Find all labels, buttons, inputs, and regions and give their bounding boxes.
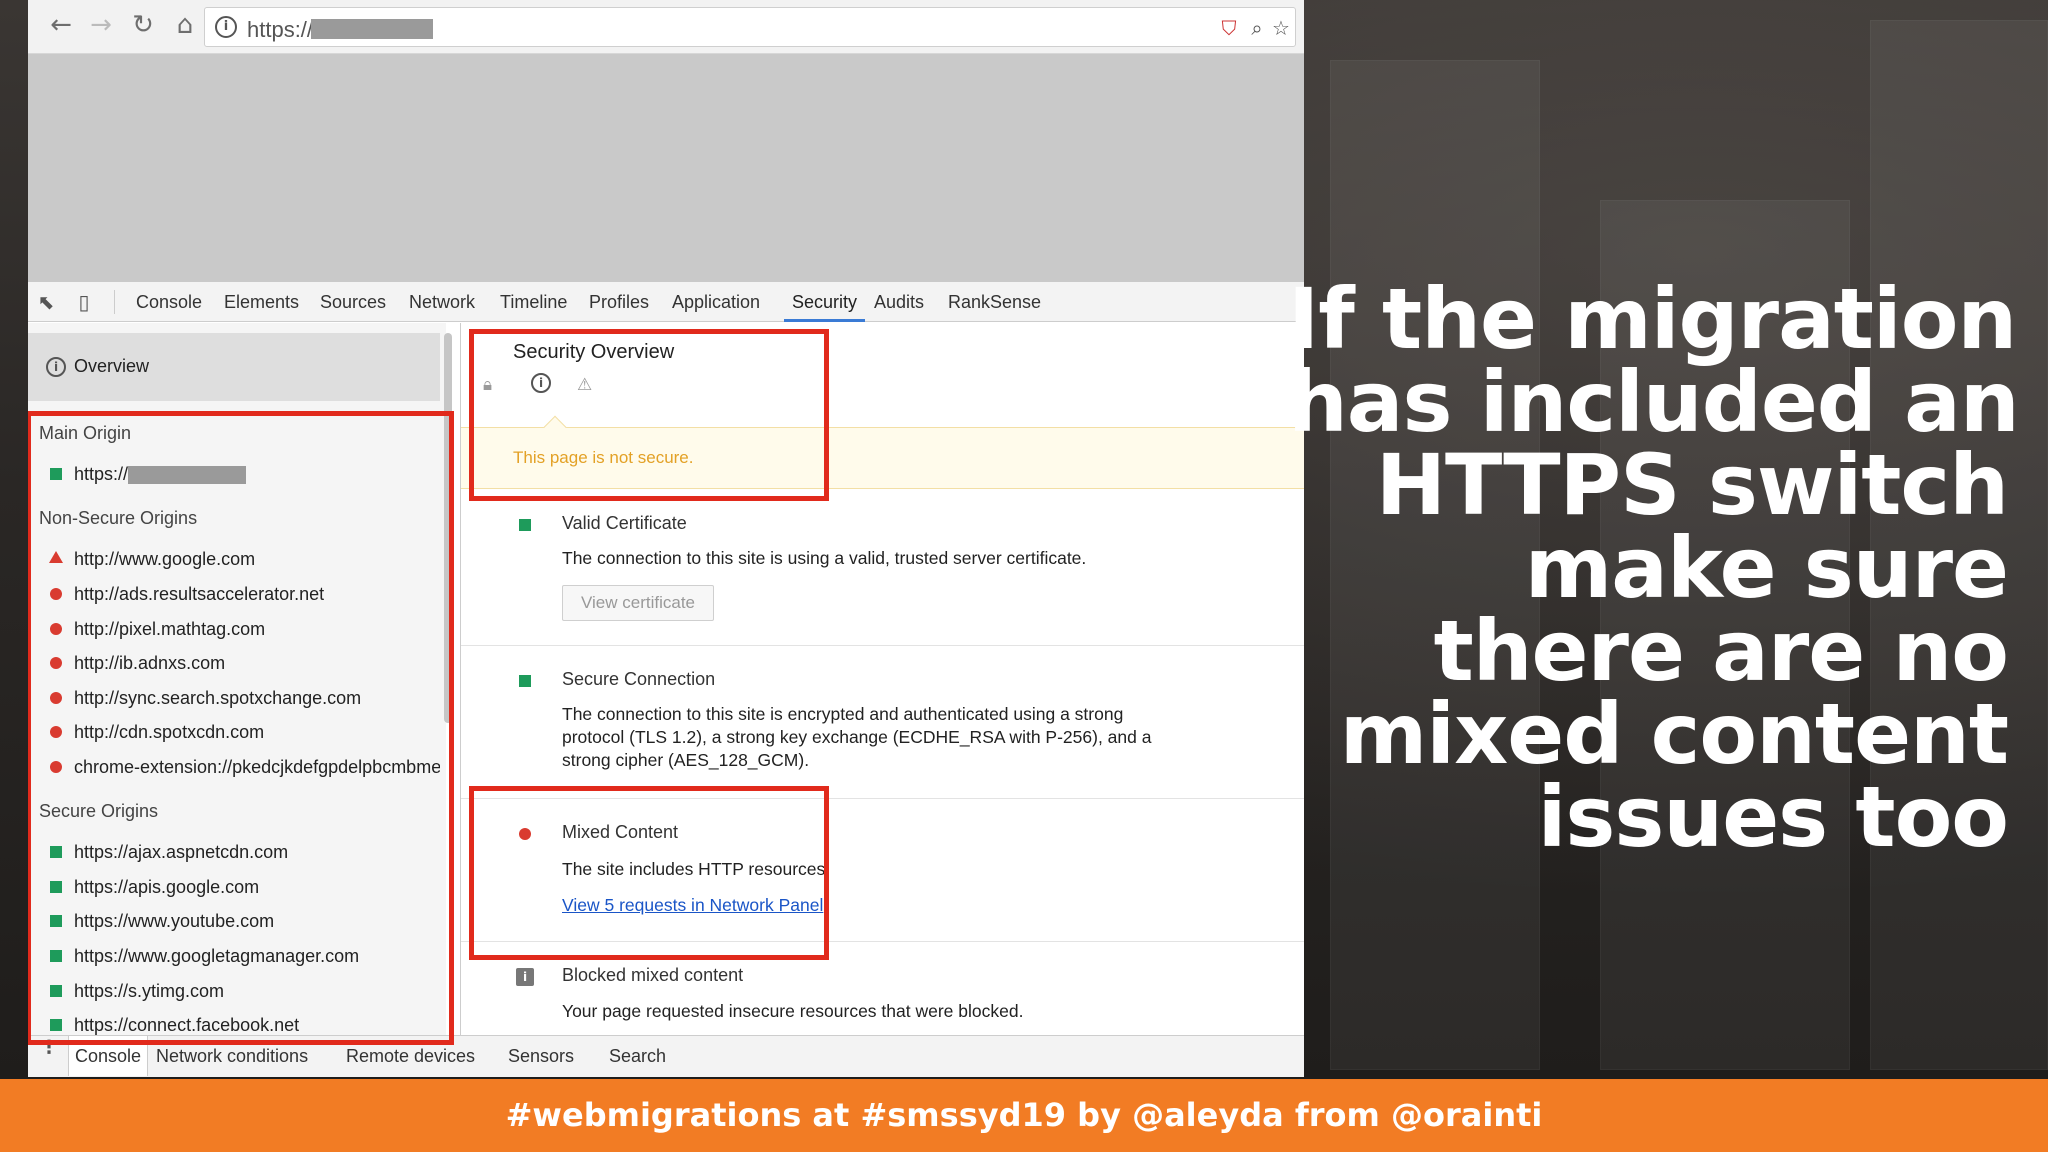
- tab-ranksense[interactable]: RankSense: [948, 282, 1041, 322]
- valid-certificate-title: Valid Certificate: [562, 513, 687, 533]
- sidebar-item-label: Overview: [74, 356, 150, 376]
- headline-line: make sure: [1524, 519, 2009, 617]
- home-icon[interactable]: ⌂: [170, 10, 200, 40]
- highlight-origins-box: [28, 411, 454, 1045]
- info-icon: i: [46, 357, 66, 377]
- star-icon[interactable]: ☆: [1269, 16, 1293, 40]
- address-bar[interactable]: i https:// ⛉ ⌕ ☆: [204, 7, 1296, 47]
- tab-timeline[interactable]: Timeline: [500, 282, 567, 322]
- section-divider: [461, 645, 1304, 646]
- valid-certificate-desc: The connection to this site is using a v…: [562, 548, 1087, 568]
- tab-console[interactable]: Console: [136, 282, 202, 322]
- slide-headline: If the migration has included an HTTPS s…: [1288, 270, 2020, 866]
- device-toolbar-icon[interactable]: ▯: [72, 290, 96, 314]
- info-badge-icon: i: [516, 968, 534, 986]
- highlight-mixed-content-box: [469, 786, 829, 960]
- zoom-icon[interactable]: ⌕: [1245, 16, 1269, 40]
- drawer-menu-icon[interactable]: ⋮: [40, 1039, 58, 1068]
- tab-profiles[interactable]: Profiles: [589, 282, 649, 322]
- devtools-tabbar: ⬉ ▯ Console Elements Sources Network Tim…: [28, 282, 1304, 322]
- browser-window: ← → ↻ ⌂ i https:// ⛉ ⌕ ☆ ⬉ ▯ Console Ele…: [28, 0, 1304, 1077]
- view-certificate-button[interactable]: View certificate: [562, 585, 714, 621]
- headline-line: has included an: [1288, 353, 2020, 451]
- page-viewport: [28, 54, 1304, 282]
- secure-status-icon: [519, 519, 531, 531]
- tab-application[interactable]: Application: [672, 282, 760, 322]
- tab-audits[interactable]: Audits: [874, 282, 924, 322]
- secure-status-icon: [519, 675, 531, 687]
- headline-line: mixed content: [1339, 685, 2009, 783]
- drawer-tab-search[interactable]: Search: [609, 1036, 666, 1076]
- headline-line: HTTPS switch: [1375, 436, 2009, 534]
- footer-banner: #webmigrations at #smssyd19 by @aleyda f…: [0, 1079, 2048, 1152]
- tab-sources[interactable]: Sources: [320, 282, 386, 322]
- drawer-tab-sensors[interactable]: Sensors: [508, 1036, 574, 1076]
- headline-line: there are no: [1433, 602, 2009, 700]
- reload-icon[interactable]: ↻: [128, 10, 158, 40]
- tab-network[interactable]: Network: [409, 282, 475, 322]
- url-redaction: [311, 19, 433, 39]
- blocked-mixed-desc: Your page requested insecure resources t…: [562, 1001, 1024, 1021]
- site-info-icon[interactable]: i: [215, 16, 237, 38]
- highlight-overview-box: [469, 329, 829, 501]
- tab-elements[interactable]: Elements: [224, 282, 299, 322]
- shield-icon[interactable]: ⛉: [1217, 16, 1241, 40]
- inspect-element-icon[interactable]: ⬉: [34, 290, 58, 314]
- tab-security[interactable]: Security: [784, 282, 866, 322]
- back-icon[interactable]: ←: [46, 10, 76, 40]
- secure-connection-title: Secure Connection: [562, 669, 716, 689]
- browser-toolbar: ← → ↻ ⌂ i https:// ⛉ ⌕ ☆: [28, 0, 1304, 54]
- secure-connection-desc: The connection to this site is encrypted…: [562, 704, 1152, 770]
- blocked-mixed-title: Blocked mixed content: [562, 965, 744, 985]
- url-text: https://: [247, 17, 314, 42]
- toolbar-divider: [114, 290, 115, 314]
- sidebar-item-overview[interactable]: i Overview: [28, 333, 440, 401]
- headline-line: issues too: [1537, 768, 2009, 866]
- headline-line: If the migration: [1288, 270, 2017, 368]
- footer-text: #webmigrations at #smssyd19 by @aleyda f…: [505, 1096, 1543, 1134]
- forward-icon[interactable]: →: [86, 10, 116, 40]
